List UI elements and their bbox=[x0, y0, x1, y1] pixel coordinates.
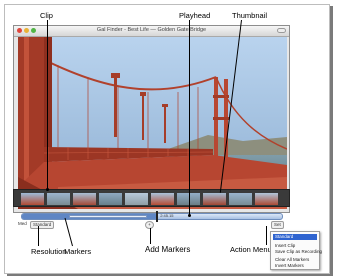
leader-dot bbox=[188, 214, 191, 217]
thumbnail-frame[interactable] bbox=[47, 193, 70, 205]
golden-gate-bridge-photo bbox=[18, 37, 287, 209]
timeline-scrubber[interactable]: 2:45.15 bbox=[21, 211, 283, 222]
leader-dot bbox=[46, 188, 49, 191]
callout-thumbnail: Thumbnail bbox=[232, 11, 268, 20]
callout-clip: Clip bbox=[40, 11, 53, 20]
resolution-popup[interactable]: Standard bbox=[30, 221, 55, 229]
action-menu-button[interactable]: Set bbox=[271, 221, 284, 229]
leader-add-markers bbox=[150, 228, 151, 244]
window-title: Gal Finder - Best Life — Golden Gate Bri… bbox=[96, 27, 207, 33]
thumbnail-frame[interactable] bbox=[203, 193, 226, 205]
action-menu-item[interactable]: Save Clip as Recording bbox=[273, 249, 322, 255]
thumbnail-frame[interactable] bbox=[21, 193, 44, 205]
control-bar: Med Standard + Set bbox=[14, 221, 291, 229]
toolbar-toggle-button[interactable] bbox=[277, 28, 286, 33]
playhead-readout: 2:45.15 bbox=[160, 213, 174, 218]
callout-resolution: Resolution bbox=[31, 247, 67, 256]
thumbnail-frame[interactable] bbox=[99, 193, 122, 205]
viewer-window: Gal Finder - Best Life — Golden Gate Bri… bbox=[13, 25, 290, 213]
window-titlebar: Gal Finder - Best Life — Golden Gate Bri… bbox=[14, 26, 289, 37]
thumbnail-frame[interactable] bbox=[229, 193, 252, 205]
clip-video-frame[interactable] bbox=[18, 37, 287, 209]
thumbnail-filmstrip bbox=[13, 189, 290, 207]
marker-range[interactable] bbox=[68, 215, 147, 218]
thumbnail-frame[interactable] bbox=[151, 193, 174, 205]
leader-clip bbox=[47, 20, 48, 190]
action-menu: Standard Insert Clip Save Clip as Record… bbox=[270, 231, 322, 270]
callout-add-markers: Add Markers bbox=[145, 245, 191, 254]
thumbnail-frame[interactable] bbox=[73, 193, 96, 205]
callout-action-menu: Action Menu bbox=[230, 245, 272, 254]
action-menu-item[interactable]: Invert Markers bbox=[273, 263, 317, 269]
callout-playhead: Playhead bbox=[179, 11, 211, 20]
thumbnail-frame[interactable] bbox=[125, 193, 148, 205]
leader-resolution bbox=[38, 226, 39, 246]
callout-markers: Markers bbox=[64, 247, 92, 256]
leader-action-menu bbox=[266, 226, 267, 245]
leader-playhead bbox=[189, 20, 190, 216]
action-menu-item[interactable]: Standard bbox=[273, 234, 317, 240]
resolution-label: Med bbox=[18, 221, 27, 226]
thumbnail-frame[interactable] bbox=[255, 193, 278, 205]
